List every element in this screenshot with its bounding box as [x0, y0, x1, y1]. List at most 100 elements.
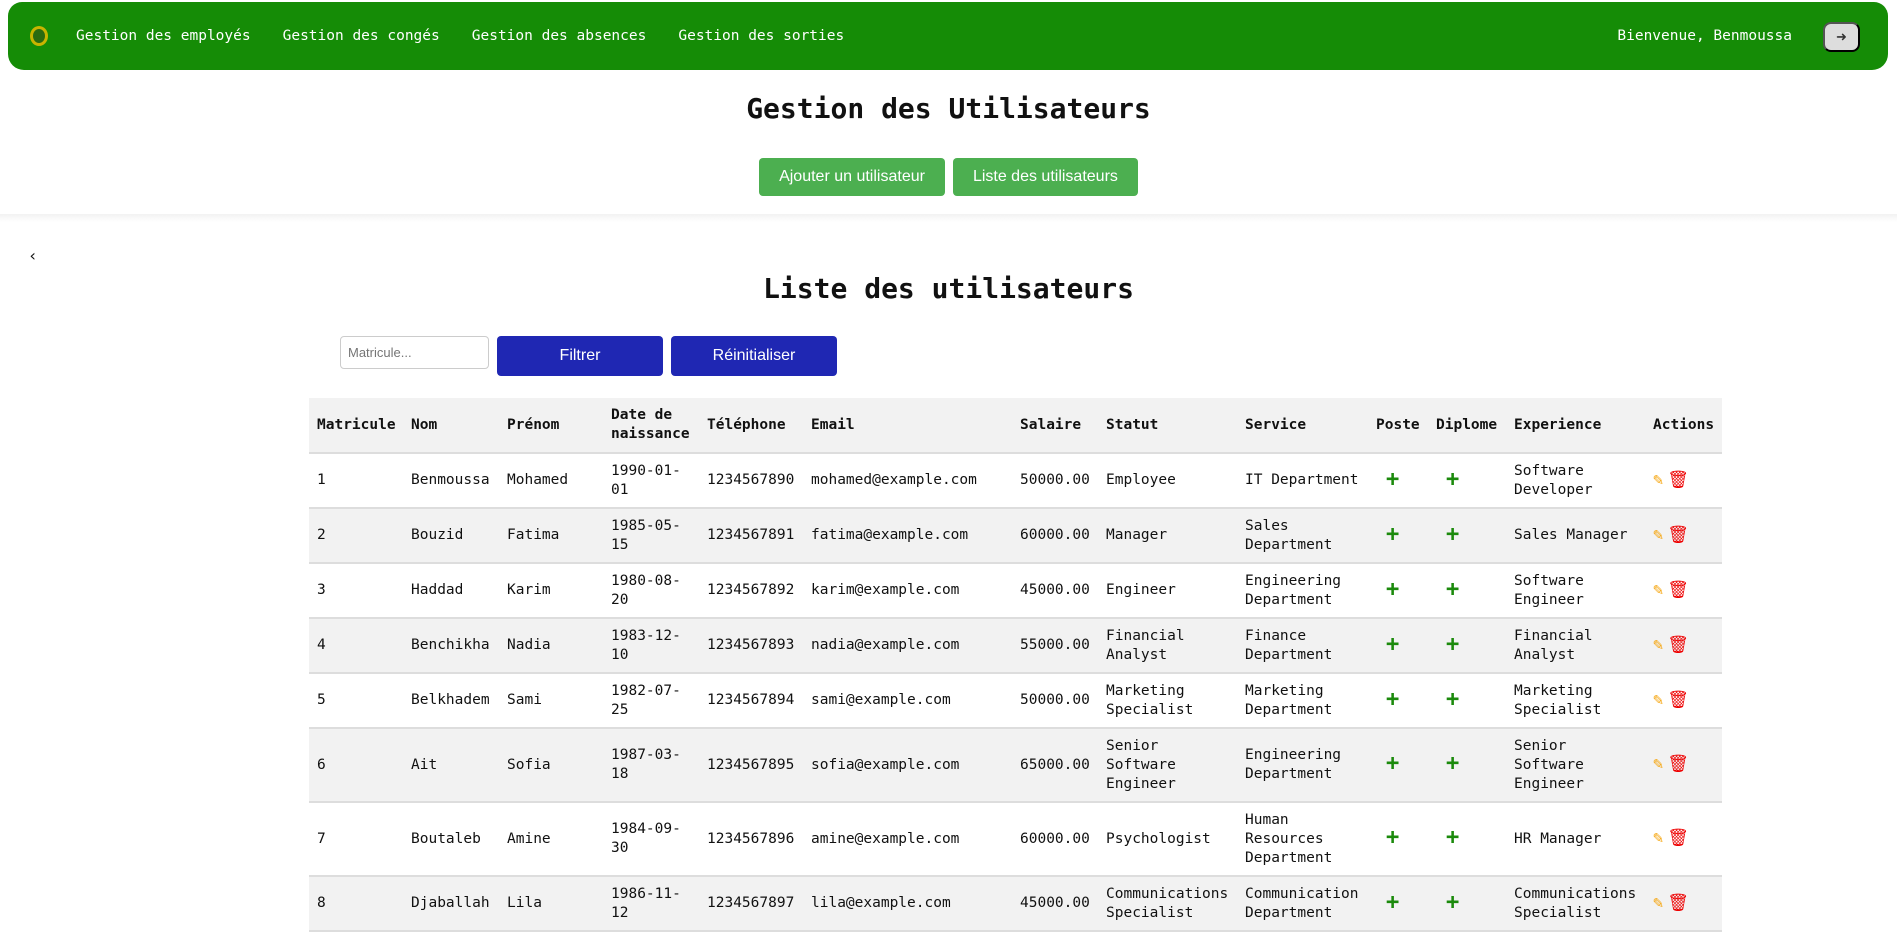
edit-icon[interactable]: ✎	[1653, 525, 1663, 545]
poste-plus-icon[interactable]: +	[1376, 522, 1399, 547]
diplome-plus-icon[interactable]: +	[1436, 467, 1459, 492]
table-cell: sami@example.com	[803, 673, 1012, 729]
matricule-filter-input[interactable]	[340, 336, 489, 369]
edit-icon[interactable]: ✎	[1653, 828, 1663, 848]
poste-plus-icon[interactable]: +	[1376, 825, 1399, 850]
edit-icon[interactable]: ✎	[1653, 893, 1663, 913]
table-row: 1 Benmoussa Mohamed 1990-01-01 1234567890 moh…	[309, 453, 1722, 509]
logout-button[interactable]: ➜	[1823, 22, 1860, 52]
table-cell: Boutaleb	[403, 802, 499, 877]
column-header: Nom	[403, 398, 499, 454]
table-row: 6 Ait Sofia 1987-03-18 1234567895 sofia@examp…	[309, 728, 1722, 803]
nav-employes[interactable]: Gestion des employés	[76, 28, 251, 44]
table-header: Matricule Nom Prénom Date de naissance Télép…	[309, 398, 1722, 454]
table-cell: 7	[309, 802, 403, 877]
table-cell: Finance Department	[1237, 618, 1368, 674]
poste-plus-icon[interactable]: +	[1376, 577, 1399, 602]
table-cell: 4	[309, 618, 403, 674]
table-cell: nadia@example.com	[803, 618, 1012, 674]
filter-button[interactable]: Filtrer	[497, 336, 663, 376]
table-cell: IT Department	[1237, 453, 1368, 509]
poste-cell: +	[1368, 802, 1428, 877]
poste-plus-icon[interactable]: +	[1376, 632, 1399, 657]
table-cell: 1985-05-15	[603, 508, 699, 564]
diplome-plus-icon[interactable]: +	[1436, 522, 1459, 547]
diplome-plus-icon[interactable]: +	[1436, 890, 1459, 915]
table-cell: Financial Analyst	[1098, 618, 1237, 674]
edit-icon[interactable]: ✎	[1653, 635, 1663, 655]
table-cell: 50000.00	[1012, 673, 1098, 729]
page-title: Gestion des Utilisateurs	[746, 92, 1151, 125]
column-header: Poste	[1368, 398, 1428, 454]
table-cell: 1986-11-12	[603, 876, 699, 932]
trash-icon[interactable]: 🗑︎	[1667, 470, 1689, 490]
table-cell: Human Resources Department	[1237, 802, 1368, 877]
nav-absences[interactable]: Gestion des absences	[472, 28, 647, 44]
table-cell: sofia@example.com	[803, 728, 1012, 803]
diplome-cell: +	[1428, 508, 1506, 564]
edit-icon[interactable]: ✎	[1653, 470, 1663, 490]
trash-icon[interactable]: 🗑︎	[1667, 580, 1689, 600]
table-cell: 1234567894	[699, 673, 803, 729]
table-cell: 45000.00	[1012, 563, 1098, 619]
edit-icon[interactable]: ✎	[1653, 754, 1663, 774]
diplome-plus-icon[interactable]: +	[1436, 577, 1459, 602]
table-cell: 1983-12-10	[603, 618, 699, 674]
poste-cell: +	[1368, 563, 1428, 619]
trash-icon[interactable]: 🗑︎	[1667, 828, 1689, 848]
diplome-plus-icon[interactable]: +	[1436, 751, 1459, 776]
diplome-plus-icon[interactable]: +	[1436, 632, 1459, 657]
table-cell: Engineering Department	[1237, 563, 1368, 619]
add-user-button[interactable]: Ajouter un utilisateur	[759, 158, 945, 196]
trash-icon[interactable]: 🗑︎	[1667, 690, 1689, 710]
diplome-plus-icon[interactable]: +	[1436, 687, 1459, 712]
table-cell: Software Engineer	[1506, 563, 1645, 619]
reset-button[interactable]: Réinitialiser	[671, 336, 837, 376]
diplome-plus-icon[interactable]: +	[1436, 825, 1459, 850]
logo-icon[interactable]	[30, 26, 48, 46]
table-row: 8 Djaballah Lila 1986-11-12 1234567897 lila@e…	[309, 876, 1722, 932]
trash-icon[interactable]: 🗑︎	[1667, 635, 1689, 655]
actions-cell: ✎ 🗑︎	[1645, 673, 1722, 729]
user-list-button[interactable]: Liste des utilisateurs	[952, 158, 1138, 196]
column-header: Experience	[1506, 398, 1645, 454]
table-cell: Belkhadem	[403, 673, 499, 729]
poste-plus-icon[interactable]: +	[1376, 687, 1399, 712]
table-cell: Sofia	[499, 728, 603, 803]
table-cell: 55000.00	[1012, 618, 1098, 674]
poste-plus-icon[interactable]: +	[1376, 890, 1399, 915]
trash-icon[interactable]: 🗑︎	[1667, 893, 1689, 913]
table-cell: karim@example.com	[803, 563, 1012, 619]
table-cell: Mohamed	[499, 453, 603, 509]
table-row: 2 Bouzid Fatima 1985-05-15 1234567891 fatima@…	[309, 508, 1722, 564]
table-cell: Senior Software Engineer	[1098, 728, 1237, 803]
table-cell: 50000.00	[1012, 453, 1098, 509]
sign-out-icon: ➜	[1836, 29, 1847, 44]
nav-conges[interactable]: Gestion des congés	[283, 28, 440, 44]
edit-icon[interactable]: ✎	[1653, 580, 1663, 600]
table-cell: Haddad	[403, 563, 499, 619]
table-cell: Benchikha	[403, 618, 499, 674]
poste-cell: +	[1368, 728, 1428, 803]
diplome-cell: +	[1428, 563, 1506, 619]
poste-plus-icon[interactable]: +	[1376, 751, 1399, 776]
back-chevron-icon[interactable]: ‹	[28, 246, 38, 265]
table-cell: mohamed@example.com	[803, 453, 1012, 509]
actions-cell: ✎ 🗑︎	[1645, 876, 1722, 932]
trash-icon[interactable]: 🗑︎	[1667, 525, 1689, 545]
table-cell: Amine	[499, 802, 603, 877]
diplome-cell: +	[1428, 876, 1506, 932]
table-cell: 1234567890	[699, 453, 803, 509]
trash-icon[interactable]: 🗑︎	[1667, 754, 1689, 774]
poste-plus-icon[interactable]: +	[1376, 467, 1399, 492]
table-cell: Sales Department	[1237, 508, 1368, 564]
table-cell: fatima@example.com	[803, 508, 1012, 564]
edit-icon[interactable]: ✎	[1653, 690, 1663, 710]
actions-cell: ✎ 🗑︎	[1645, 802, 1722, 877]
table-cell: Engineer	[1098, 563, 1237, 619]
poste-cell: +	[1368, 453, 1428, 509]
column-header: Téléphone	[699, 398, 803, 454]
table-cell: Communications Specialist	[1506, 876, 1645, 932]
table-cell: 6	[309, 728, 403, 803]
nav-sorties[interactable]: Gestion des sorties	[678, 28, 844, 44]
